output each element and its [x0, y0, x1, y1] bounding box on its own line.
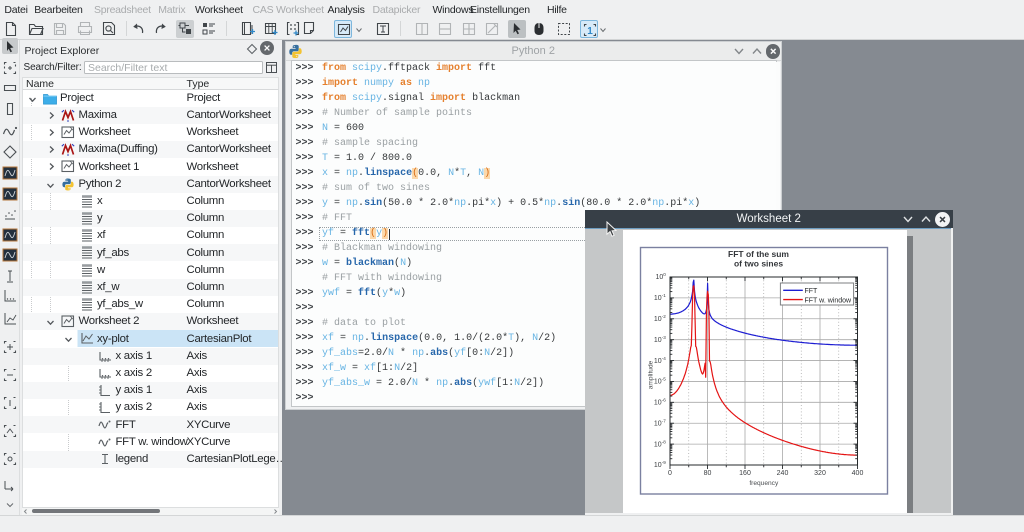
svg-text:10-1: 10-1: [654, 293, 666, 302]
svg-text:10-5: 10-5: [654, 376, 666, 385]
svg-text:frequency: frequency: [749, 479, 779, 486]
svg-text:amplitude: amplitude: [648, 360, 655, 389]
svg-text:of two sines: of two sines: [734, 258, 783, 268]
svg-text:FFT: FFT: [805, 288, 819, 295]
svg-text:10-2: 10-2: [654, 313, 666, 322]
svg-text:10-4: 10-4: [654, 355, 666, 364]
svg-text:240: 240: [777, 470, 789, 477]
svg-text:1: 1: [587, 26, 593, 37]
svg-text:400: 400: [852, 470, 864, 477]
svg-text:10-3: 10-3: [654, 334, 666, 343]
svg-text:10-9: 10-9: [654, 460, 666, 469]
svg-text:0: 0: [668, 470, 672, 477]
svg-text:10-7: 10-7: [654, 418, 666, 427]
svg-text:320: 320: [814, 470, 826, 477]
svg-text:10-8: 10-8: [654, 439, 666, 448]
svg-text:160: 160: [739, 470, 751, 477]
svg-text:80: 80: [704, 470, 712, 477]
svg-text:10-6: 10-6: [654, 397, 666, 406]
svg-text:100: 100: [655, 272, 666, 281]
svg-text:FFT w. window: FFT w. window: [805, 297, 852, 304]
